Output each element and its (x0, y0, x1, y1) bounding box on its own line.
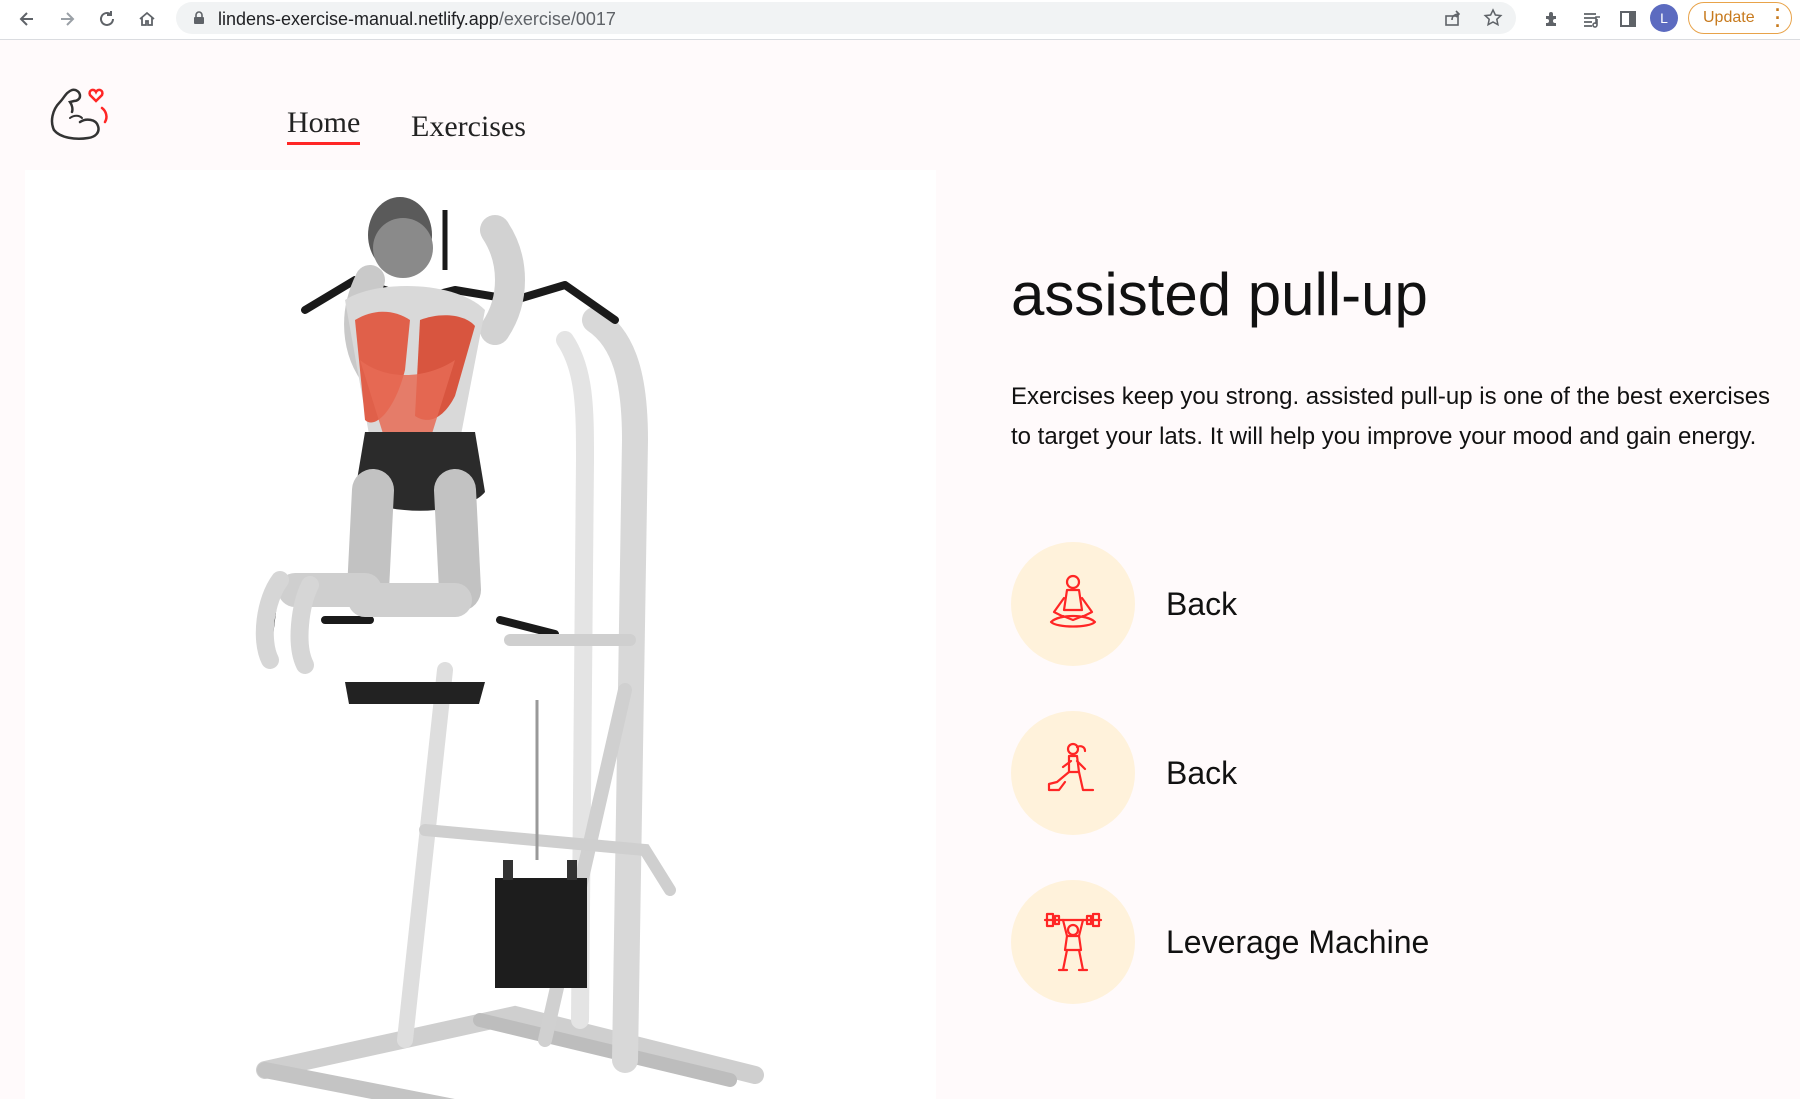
home-icon[interactable] (132, 4, 162, 34)
profile-avatar[interactable]: L (1650, 4, 1678, 32)
update-button[interactable]: Update · · · (1688, 1, 1792, 35)
lunge-target-icon (1011, 711, 1135, 835)
reload-icon[interactable] (92, 4, 122, 34)
browser-toolbar: lindens-exercise-manual.netlify.app/exer… (0, 0, 1800, 40)
address-bar[interactable]: lindens-exercise-manual.netlify.app/exer… (176, 2, 1516, 34)
detail-target-label: Back (1166, 755, 1238, 791)
site-logo-icon[interactable] (46, 78, 116, 144)
extensions-icon[interactable] (1538, 5, 1566, 33)
bookmark-star-icon[interactable] (1482, 7, 1504, 29)
url-path: /exercise/0017 (498, 9, 616, 29)
lock-icon (192, 11, 206, 25)
detail-body-part: Back (1011, 542, 1711, 666)
url-text[interactable]: lindens-exercise-manual.netlify.app/exer… (218, 9, 616, 30)
detail-body-part-label: Back (1166, 586, 1238, 622)
nav-home-link[interactable]: Home (287, 106, 361, 145)
exercise-description: Exercises keep you strong. assisted pull… (1011, 383, 1771, 450)
exercise-image (25, 170, 936, 1099)
yoga-body-part-icon (1011, 542, 1135, 666)
nav-exercises-link[interactable]: Exercises (411, 110, 526, 144)
dumbbell-equipment-icon (1011, 880, 1135, 1004)
reading-list-icon[interactable] (1578, 5, 1606, 33)
detail-equipment: Leverage Machine (1011, 880, 1711, 1004)
detail-target: Back (1011, 711, 1711, 835)
menu-dots-icon[interactable]: · · · (1775, 1, 1781, 35)
share-icon[interactable] (1442, 7, 1464, 29)
side-panel-icon[interactable] (1614, 5, 1642, 33)
forward-icon[interactable] (52, 4, 82, 34)
back-icon[interactable] (12, 4, 42, 34)
assisted-pull-up-illustration (255, 197, 764, 1099)
update-label: Update (1703, 9, 1755, 26)
exercise-title: assisted pull-up (1011, 261, 1428, 328)
detail-equipment-label: Leverage Machine (1166, 924, 1430, 960)
url-host: lindens-exercise-manual.netlify.app (218, 9, 499, 29)
